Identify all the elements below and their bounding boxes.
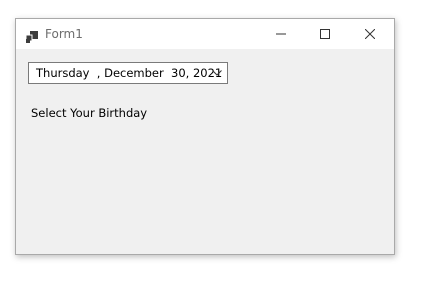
window-title: Form1	[45, 27, 83, 41]
birthday-date-picker[interactable]: Thursday , December 30, 2021	[28, 62, 228, 84]
date-picker-value: Thursday , December 30, 2021	[36, 66, 223, 80]
birthday-label: Select Your Birthday	[31, 106, 148, 120]
form1-window: Form1 Thursday , December 30, 2021 Selec…	[15, 18, 395, 255]
maximize-button[interactable]	[303, 19, 347, 49]
minimize-icon	[276, 29, 286, 39]
app-form-icon	[25, 28, 38, 43]
close-button[interactable]	[348, 19, 392, 49]
chevron-down-icon[interactable]	[209, 64, 225, 82]
minimize-button[interactable]	[259, 19, 303, 49]
titlebar[interactable]: Form1	[16, 19, 394, 49]
close-icon	[365, 29, 375, 39]
maximize-icon	[320, 29, 330, 39]
